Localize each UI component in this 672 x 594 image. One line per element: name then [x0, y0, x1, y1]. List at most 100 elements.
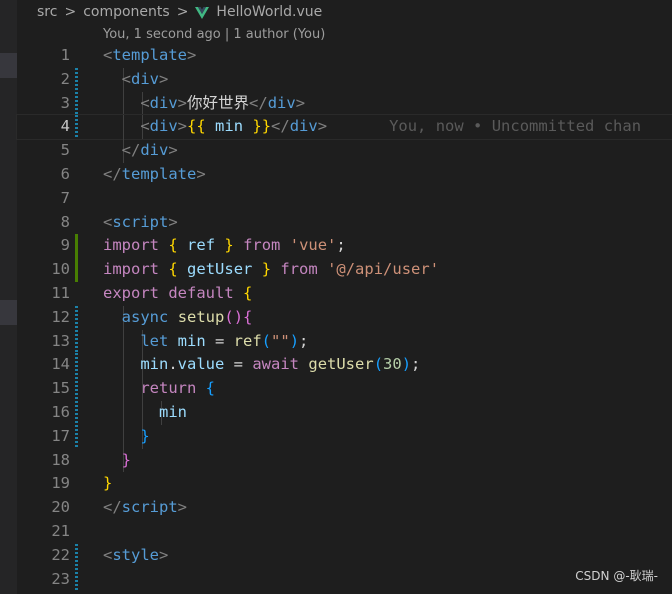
codelens-blame[interactable]: You, 1 second ago | 1 author (You) [103, 24, 325, 46]
line-number: 4 [60, 117, 70, 136]
code-token: = [224, 355, 253, 374]
line-number: 9 [60, 236, 70, 255]
code-token: import [103, 260, 159, 279]
code-line[interactable]: 22 <style> [17, 543, 672, 568]
modified-gutter-marker[interactable] [75, 353, 78, 378]
code-token: script [121, 498, 178, 517]
code-token: min [140, 355, 169, 374]
modified-gutter-marker[interactable] [75, 305, 78, 330]
activity-bar [0, 0, 17, 594]
code-token: > [159, 69, 169, 88]
code-line[interactable]: 3 <div>你好世界</div> [17, 91, 672, 116]
code-text: export default { [103, 282, 252, 306]
code-text: } [103, 449, 131, 473]
code-text: async setup(){ [103, 306, 253, 330]
code-line[interactable]: 18 } [17, 448, 672, 473]
line-number: 17 [51, 426, 70, 445]
modified-gutter-marker[interactable] [75, 543, 78, 568]
breadcrumb-item-src[interactable]: src [37, 4, 57, 20]
code-text: } [103, 425, 149, 449]
line-number: 11 [51, 283, 70, 302]
code-text: import { getUser } from '@/api/user' [103, 258, 439, 282]
code-line[interactable]: 6 </template> [17, 163, 672, 187]
line-number: 7 [60, 188, 70, 207]
activity-indicator [0, 300, 17, 325]
code-token: div [267, 93, 296, 112]
code-text: </script> [103, 496, 187, 520]
code-token: div [131, 69, 160, 88]
code-token: template [112, 46, 187, 64]
modified-gutter-marker[interactable] [75, 67, 78, 92]
code-line[interactable]: 20 </script> [17, 496, 672, 520]
breadcrumb: src > components > HelloWorld.vue [17, 0, 672, 24]
breadcrumb-item-components[interactable]: components [83, 4, 170, 20]
code-token: from [280, 260, 318, 279]
code-line[interactable]: 19} [17, 472, 672, 496]
code-token: value [177, 355, 225, 374]
modified-gutter-marker[interactable] [75, 424, 78, 449]
modified-gutter-marker[interactable] [75, 377, 78, 401]
code-token: div [140, 141, 169, 160]
code-line[interactable]: 4 <div>{{ min }}</div> You, now • Uncommi… [16, 114, 672, 141]
code-text: } [103, 472, 112, 496]
code-token: ) [401, 355, 412, 374]
code-line[interactable]: 13 let min = ref(""); [17, 329, 672, 354]
code-line[interactable]: 12 async setup(){ [17, 305, 672, 330]
code-text: </template> [103, 163, 206, 187]
code-line[interactable]: 14 min.value = await getUser(30); [17, 353, 672, 378]
modified-gutter-marker[interactable] [75, 329, 78, 354]
code-line[interactable]: 8 <script> [17, 211, 672, 235]
code-token: return [140, 379, 197, 398]
code-token: import [103, 236, 159, 255]
code-line[interactable]: 2 <div> [17, 67, 672, 92]
code-token: </ [121, 141, 141, 160]
line-number: 3 [60, 93, 70, 112]
code-line[interactable]: 1 <template> [17, 44, 672, 68]
added-gutter-marker[interactable] [75, 234, 78, 259]
code-token: < [103, 46, 113, 64]
code-line[interactable]: 7 [17, 187, 672, 211]
chevron-right-icon: > [64, 4, 77, 20]
code-token: </ [271, 117, 290, 136]
code-line[interactable]: 5 </div> [17, 139, 672, 163]
code-line[interactable]: 17 } [17, 424, 672, 449]
code-token: { [168, 260, 178, 279]
code-line[interactable]: 16 min [17, 400, 672, 425]
code-line[interactable]: 9 import { ref } from 'vue'; [17, 234, 672, 259]
code-line[interactable]: 21 [17, 520, 672, 544]
code-token: }} [252, 117, 272, 136]
breadcrumb-file[interactable]: HelloWorld.vue [216, 4, 322, 20]
code-token: { [205, 379, 216, 398]
code-editor[interactable]: 1 <template> 2 <div> 3 <div>你好世界</div> 4 <di… [16, 44, 672, 592]
modified-gutter-marker[interactable] [75, 115, 78, 140]
code-token: < [103, 545, 113, 564]
code-line[interactable]: 11 export default { [17, 282, 672, 306]
code-line[interactable]: 10 import { getUser } from '@/api/user' [17, 258, 672, 282]
modified-gutter-marker[interactable] [75, 567, 78, 592]
code-token: await [252, 355, 300, 374]
code-token: </ [103, 498, 122, 517]
modified-gutter-marker[interactable] [75, 91, 78, 116]
code-text: min.value = await getUser(30); [103, 353, 420, 377]
line-number: 14 [51, 355, 70, 374]
code-token: { [243, 307, 253, 326]
code-token: } [261, 260, 272, 279]
code-token: > [168, 141, 178, 160]
code-line[interactable]: 15 return { [17, 377, 672, 401]
code-text: min [103, 401, 187, 425]
code-line[interactable]: 23 [17, 567, 672, 592]
added-gutter-marker[interactable] [75, 258, 78, 282]
code-token: } [224, 236, 234, 255]
modified-gutter-marker[interactable] [75, 400, 78, 425]
code-token: "" [271, 331, 290, 350]
